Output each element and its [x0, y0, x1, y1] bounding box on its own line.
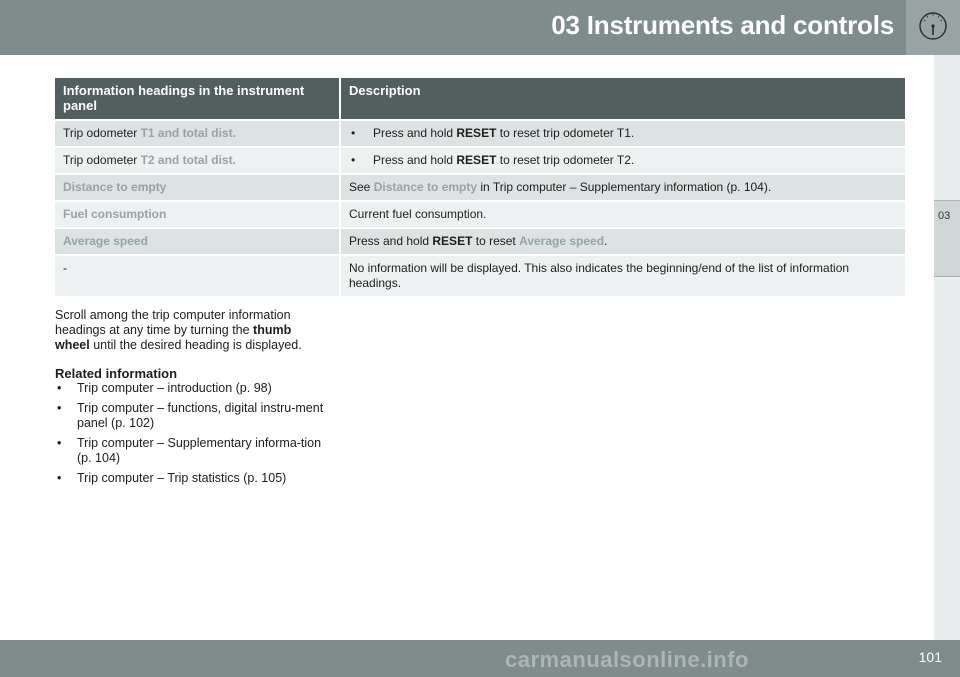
heading-cell: - — [55, 254, 341, 296]
gauge-icon — [919, 12, 947, 40]
desc-text: Current fuel consumption. — [349, 207, 487, 221]
heading-cell: Average speed — [55, 227, 341, 255]
desc-text: No information will be displayed. This a… — [349, 261, 850, 290]
desc-text: to reset trip odometer T2. — [496, 153, 635, 167]
table-row: - No information will be displayed. This… — [55, 254, 905, 296]
table-row: Trip odometer T2 and total dist. • Press … — [55, 146, 905, 174]
body-text: until the desired heading is displayed. — [89, 338, 302, 352]
heading-prefix: Trip odometer — [63, 153, 141, 167]
watermark: carmanualsonline.info — [505, 647, 749, 672]
heading-cell: Distance to empty — [55, 173, 341, 201]
desc-text: Press and hold — [349, 234, 433, 248]
related-link[interactable]: • Trip computer – Trip statistics (p. 105… — [55, 471, 330, 486]
bullet-icon: • — [57, 381, 62, 395]
bullet-icon: • — [351, 126, 356, 140]
heading-cell: Fuel consumption — [55, 200, 341, 228]
page-footer — [0, 640, 960, 677]
related-info-heading: Related information — [55, 366, 178, 381]
desc-text: to reset trip odometer T1. — [496, 126, 635, 140]
page-title: 03 Instruments and controls — [551, 10, 894, 40]
related-link[interactable]: • Trip computer – introduction (p. 98) — [55, 381, 330, 396]
related-link-text: Trip computer – introduction (p. 98) — [77, 381, 272, 395]
heading-highlight: Average speed — [63, 234, 148, 248]
desc-text: . — [604, 234, 608, 248]
heading-highlight: T1 and total dist. — [140, 126, 236, 140]
bullet-icon: • — [57, 471, 62, 485]
desc-text: Press and hold — [373, 153, 457, 167]
table-row: Trip odometer T1 and total dist. • Press … — [55, 119, 905, 147]
column-header-headings: Information headings in the instrument p… — [55, 78, 341, 120]
table-header-row: Information headings in the instrument p… — [55, 78, 905, 120]
desc-text: See — [349, 180, 374, 194]
description-cell: No information will be displayed. This a… — [340, 254, 905, 296]
page-number: 101 — [918, 649, 942, 665]
table-row: Fuel consumption Current fuel consumptio… — [55, 200, 905, 228]
related-link-text: Trip computer – Trip statistics (p. 105) — [77, 471, 287, 485]
related-info-list: • Trip computer – introduction (p. 98) • T… — [55, 381, 330, 491]
desc-highlight: Distance to empty — [373, 180, 478, 194]
heading-prefix: - — [63, 261, 67, 275]
description-cell: • Press and hold RESET to reset trip odom… — [340, 119, 905, 147]
heading-cell: Trip odometer T1 and total dist. — [55, 119, 341, 147]
heading-highlight: T2 and total dist. — [140, 153, 236, 167]
bullet-icon: • — [351, 153, 356, 167]
bullet-icon: • — [57, 436, 62, 450]
related-link[interactable]: • Trip computer – Supplementary informa-t… — [55, 436, 330, 466]
desc-bold: RESET — [456, 153, 497, 167]
table-row: Average speed Press and hold RESET to re… — [55, 227, 905, 255]
desc-text: Press and hold — [373, 126, 457, 140]
body-paragraph: Scroll among the trip computer informati… — [55, 308, 320, 353]
heading-cell: Trip odometer T2 and total dist. — [55, 146, 341, 174]
description-cell: • Press and hold RESET to reset trip odom… — [340, 146, 905, 174]
desc-text: to reset — [472, 234, 520, 248]
related-link[interactable]: • Trip computer – functions, digital inst… — [55, 401, 330, 431]
chapter-icon-box — [906, 0, 960, 55]
desc-highlight: Average speed — [519, 234, 605, 248]
heading-highlight: Fuel consumption — [63, 207, 167, 221]
related-link-text: Trip computer – functions, digital instr… — [77, 401, 324, 430]
chapter-tab-label: 03 — [938, 210, 951, 222]
desc-text: in Trip computer – Supplementary informa… — [477, 180, 772, 194]
description-cell: Press and hold RESET to reset Average sp… — [340, 227, 905, 255]
bullet-icon: • — [57, 401, 62, 415]
chapter-sidebar — [934, 55, 960, 640]
heading-highlight: Distance to empty — [63, 180, 167, 194]
heading-prefix: Trip odometer — [63, 126, 141, 140]
desc-bold: RESET — [456, 126, 497, 140]
description-cell: See Distance to empty in Trip computer –… — [340, 173, 905, 201]
table-row: Distance to empty See Distance to empty … — [55, 173, 905, 201]
desc-bold: RESET — [432, 234, 473, 248]
related-link-text: Trip computer – Supplementary informa-ti… — [77, 436, 322, 465]
column-header-description: Description — [340, 78, 905, 120]
description-cell: Current fuel consumption. — [340, 200, 905, 228]
info-headings-table: Information headings in the instrument p… — [55, 78, 905, 296]
